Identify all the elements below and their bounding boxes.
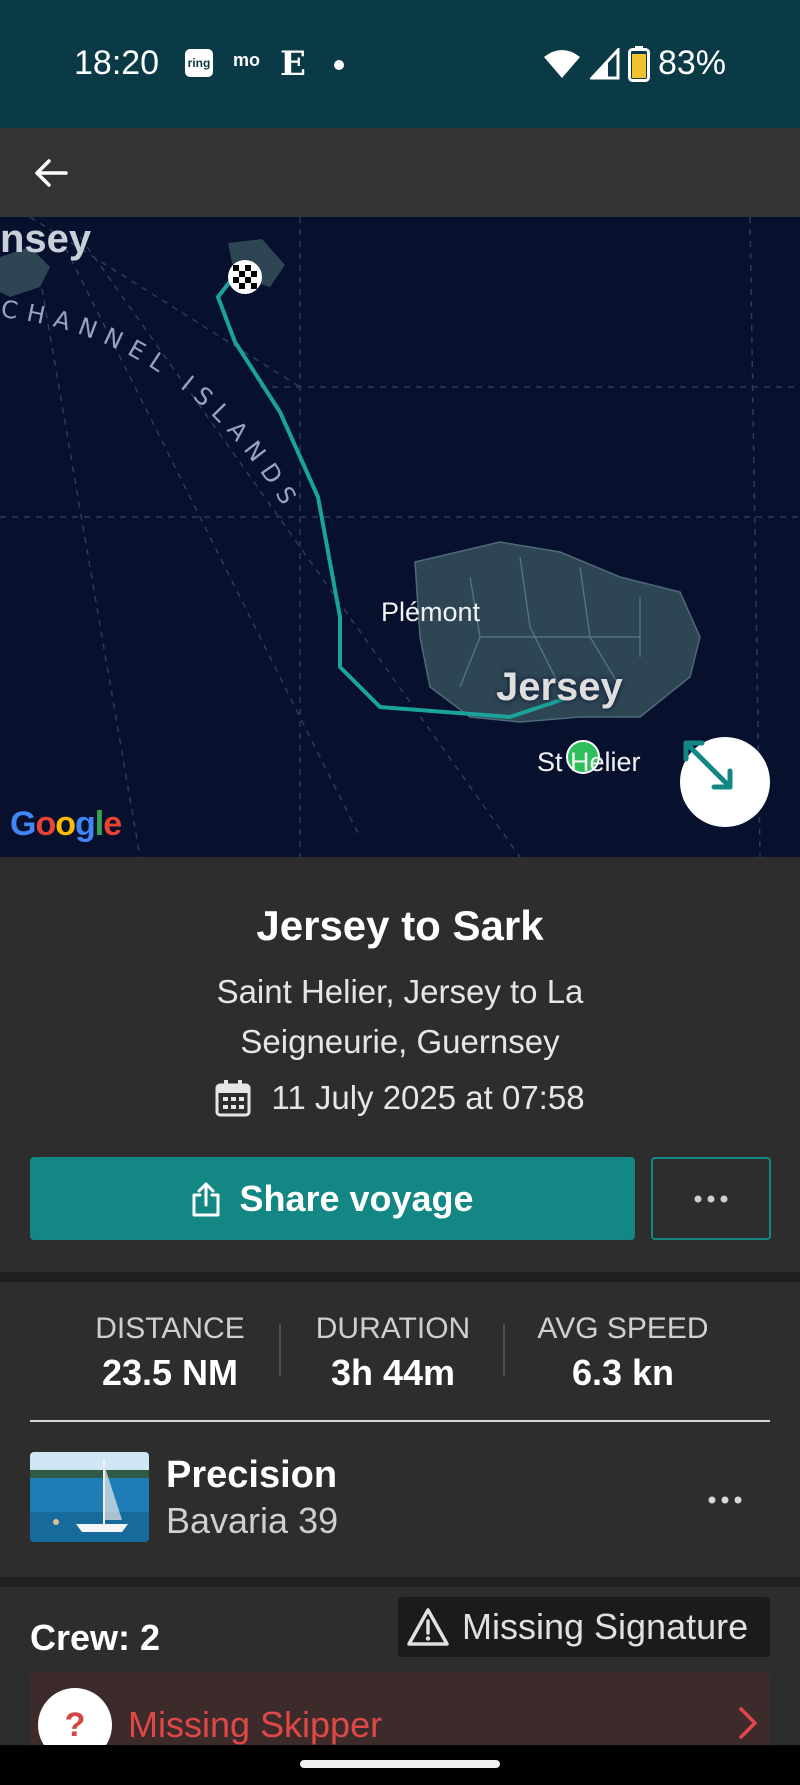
home-gesture-handle[interactable] (300, 1760, 500, 1768)
missing-skipper-label: Missing Skipper (128, 1704, 383, 1745)
share-icon (192, 1182, 220, 1216)
st-helier-label: St Helier (537, 747, 641, 777)
ring-app-icon: ring (185, 49, 213, 77)
battery-icon (627, 45, 650, 82)
section-divider (0, 1272, 800, 1282)
boat-row[interactable]: Precision Bavaria 39 (0, 1440, 800, 1560)
boat-thumbnail (30, 1452, 149, 1542)
status-time: 18:20 (74, 44, 160, 82)
boat-name: Precision (166, 1454, 338, 1496)
share-voyage-label: Share voyage (239, 1177, 474, 1219)
guernsey-label: nsey (0, 217, 92, 261)
battery-percent: 83% (657, 44, 726, 82)
calendar-icon (215, 1080, 251, 1117)
mo-app-icon: mo (233, 50, 260, 70)
ring-app-label: ring (187, 56, 211, 70)
stat-separator (279, 1324, 281, 1376)
signal-icon (589, 47, 620, 79)
crew-title: Crew: 2 (30, 1617, 161, 1658)
stat-value: 23.5 NM (101, 1352, 239, 1393)
voyage-detail-screen: 18:20 ring mo E 83% CHANNEL ISLANDS nsey… (0, 0, 800, 1785)
expand-icon (683, 740, 733, 790)
jersey-label: Jersey (496, 665, 623, 709)
plemont-label: Plémont (381, 597, 481, 627)
boat-photo (30, 1452, 149, 1542)
stat-distance: DISTANCE 23.5 NM (60, 1312, 280, 1394)
warning-icon (407, 1608, 449, 1646)
crew-section: Crew: 2 Missing Signature ? Missing Skip… (0, 1587, 800, 1745)
back-arrow-icon (35, 159, 68, 187)
stat-value: 3h 44m (330, 1352, 456, 1393)
more-horizontal-icon (708, 1496, 742, 1504)
missing-signature-badge: Missing Signature (398, 1597, 770, 1657)
stat-separator (503, 1324, 505, 1376)
stat-value: 6.3 kn (571, 1352, 675, 1393)
back-button[interactable] (26, 148, 76, 198)
voyage-stats: DISTANCE 23.5 NM DURATION 3h 44m AVG SPE… (0, 1282, 800, 1577)
voyage-map[interactable]: CHANNEL ISLANDS nsey Plémont Jersey St H… (0, 217, 800, 857)
stat-label: DURATION (315, 1312, 471, 1345)
google-logo: Google (10, 805, 122, 843)
share-voyage-button[interactable]: Share voyage (30, 1157, 635, 1240)
voyage-header: Jersey to Sark Saint Helier, Jersey to L… (0, 857, 800, 1272)
voyage-date-row: 11 July 2025 at 07:58 (0, 1079, 800, 1117)
system-nav-bar (0, 1745, 800, 1785)
missing-signature-label: Missing Signature (462, 1606, 749, 1647)
status-right-group: 83% (542, 44, 726, 83)
e-app-icon: E (280, 44, 306, 84)
voyage-route: Saint Helier, Jersey to La Seigneurie, G… (216, 973, 584, 1060)
dot-icon (334, 60, 344, 70)
section-divider (0, 1577, 800, 1587)
stat-duration: DURATION 3h 44m (283, 1312, 503, 1394)
stat-label: AVG SPEED (537, 1312, 709, 1345)
boat-model: Bavaria 39 (166, 1500, 339, 1541)
skipper-avatar: ? (38, 1688, 112, 1745)
voyage-more-button[interactable] (651, 1157, 771, 1240)
voyage-date-text: 11 July 2025 at 07:58 (271, 1079, 585, 1116)
stat-avg-speed: AVG SPEED 6.3 kn (513, 1312, 733, 1394)
more-horizontal-icon (694, 1195, 728, 1202)
app-bar (0, 128, 800, 217)
channel-islands-label: CHANNEL ISLANDS (0, 295, 306, 517)
chevron-right-icon (739, 1707, 757, 1739)
stats-divider (30, 1420, 770, 1422)
missing-skipper-row[interactable]: ? Missing Skipper (30, 1672, 770, 1745)
stat-label: DISTANCE (95, 1312, 245, 1345)
voyage-title: Jersey to Sark (256, 902, 544, 949)
status-bar: 18:20 ring mo E 83% (0, 0, 800, 128)
checkered-flag-icon (228, 260, 262, 294)
expand-map-button[interactable] (680, 737, 770, 827)
wifi-icon (543, 49, 580, 78)
boat-more-button[interactable] (700, 1480, 750, 1520)
